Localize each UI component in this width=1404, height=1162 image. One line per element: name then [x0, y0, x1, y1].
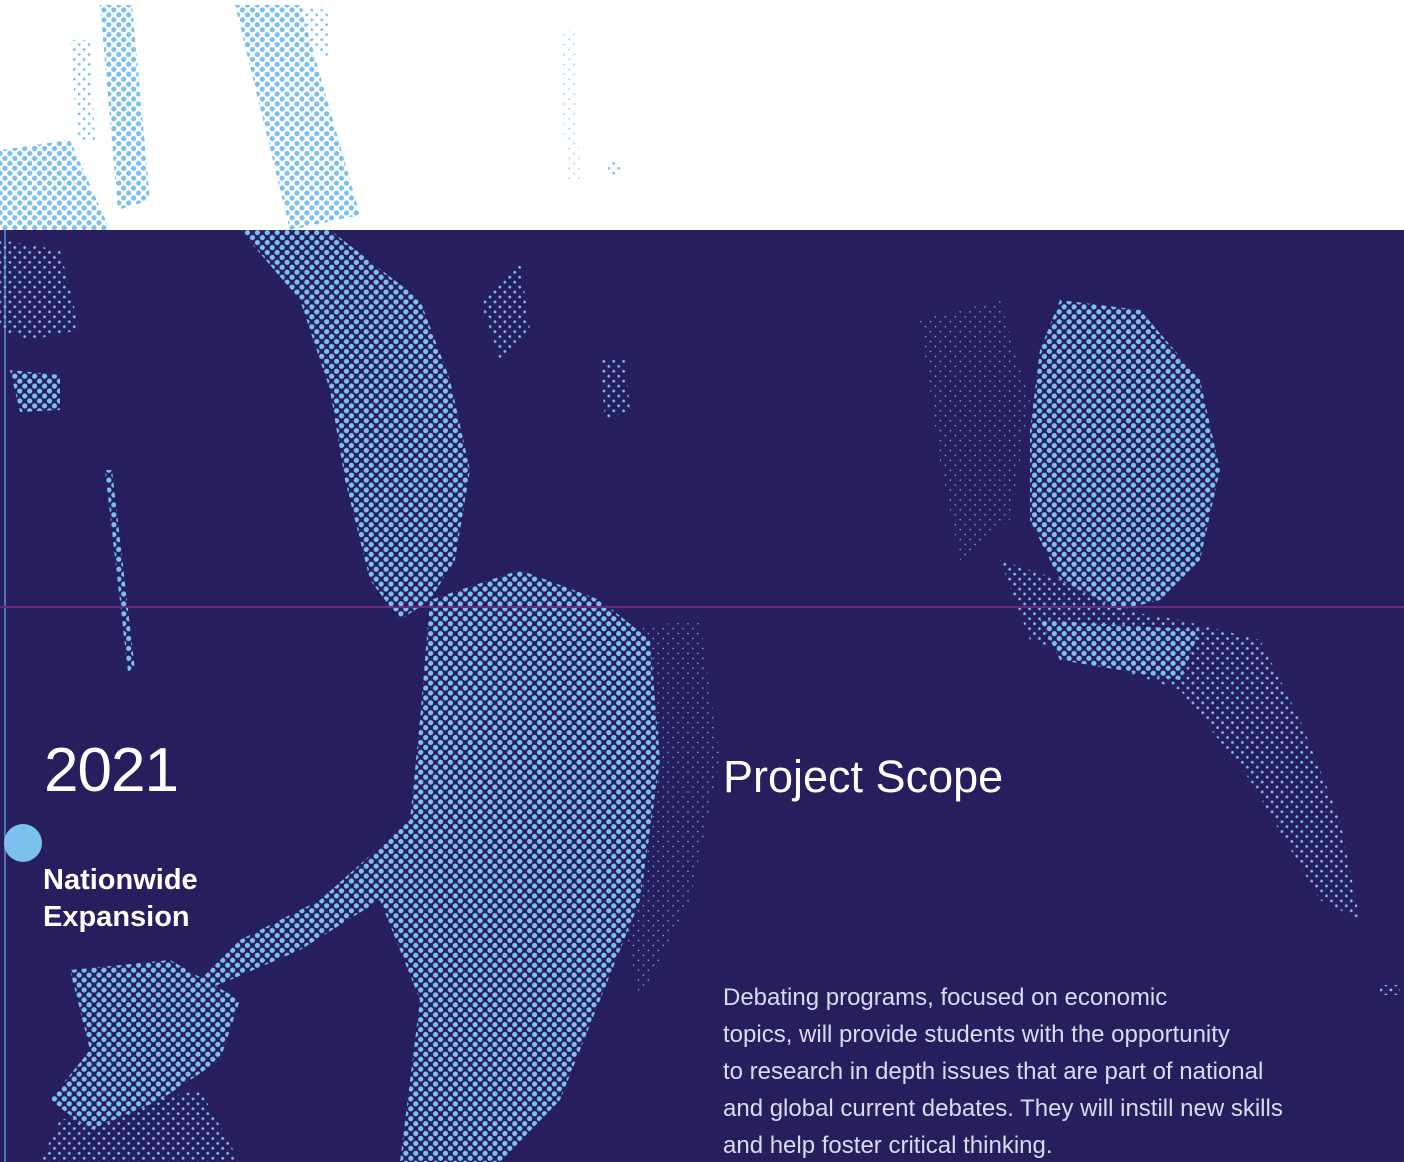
body-line: Debating programs, focused on economic	[723, 984, 1168, 1011]
left-student-figure	[0, 230, 720, 1162]
page: 2021 Nationwide Expansion Project Scope …	[0, 0, 1404, 1162]
body-line: and global current debates. They will in…	[723, 1095, 1283, 1122]
right-student-figure	[920, 300, 1400, 995]
milestone-line: Expansion	[43, 901, 190, 933]
section-title: Project Scope	[723, 751, 1004, 802]
top-halftone-fragments	[0, 5, 622, 230]
body-line: topics, will provide students with the o…	[723, 1021, 1230, 1048]
timeline-dot-icon	[4, 824, 42, 862]
milestone-line: Nationwide	[43, 864, 198, 896]
timeline-line	[4, 230, 6, 1162]
body-line: and help foster critical thinking.	[723, 1132, 1053, 1159]
body-line: to research in depth issues that are par…	[723, 1058, 1264, 1085]
section-body: Debating programs, focused on economic t…	[723, 979, 1383, 1162]
horizontal-divider	[0, 606, 1404, 608]
timeline-milestone: Nationwide Expansion	[43, 862, 198, 936]
timeline-year: 2021	[44, 736, 179, 805]
